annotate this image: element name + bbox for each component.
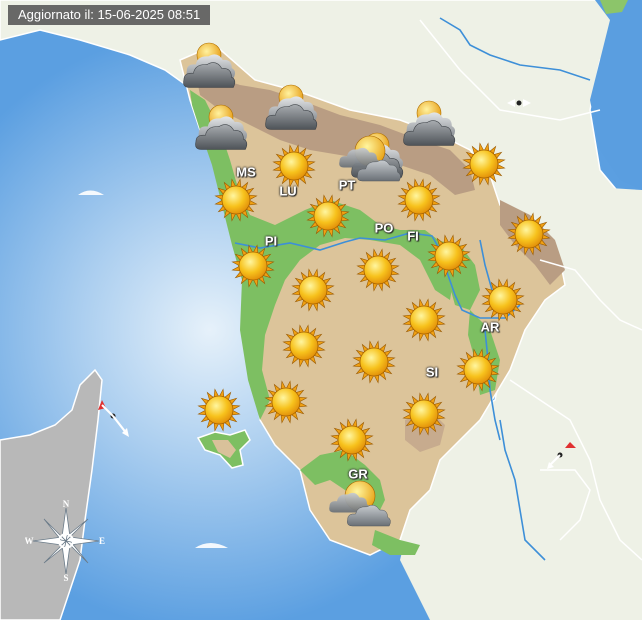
sunny-icon: [426, 233, 472, 279]
sunny-icon: [213, 177, 259, 223]
timestamp-date: 15-06-2025: [97, 7, 165, 22]
province-label-fi: FI: [407, 228, 419, 244]
sunny-icon: [329, 417, 375, 463]
sunny-icon: [271, 143, 317, 189]
sunny-icon: [396, 177, 442, 223]
partly-cloudy-icon: [338, 131, 402, 185]
compass-north: N: [63, 500, 70, 509]
compass-west: W: [25, 536, 34, 546]
sunny-icon: [230, 243, 276, 289]
wind-calm-icon: [507, 99, 531, 107]
sunny-icon: [281, 323, 327, 369]
sunny-icon: [461, 141, 507, 187]
cloudy-icon: [261, 83, 323, 133]
province-label-si: SI: [425, 364, 439, 380]
sunny-icon: [263, 379, 309, 425]
sunny-icon: [401, 391, 447, 437]
cloudy-icon: [191, 103, 253, 153]
sunny-icon: [305, 193, 351, 239]
compass-east: E: [99, 536, 105, 546]
wind-arrow-icon: [98, 400, 129, 437]
compass-south: S: [63, 573, 68, 582]
sunny-icon: [351, 339, 397, 385]
update-timestamp: Aggiornato il: 15-06-2025 08:51: [8, 5, 211, 25]
province-label-po: PO: [374, 220, 394, 236]
sunny-icon: [196, 387, 242, 433]
partly-cloudy-icon: [328, 476, 392, 530]
sunny-icon: [506, 211, 552, 257]
weather-map: Aggiornato il: 15-06-2025 08:51 MS LU PT…: [0, 0, 642, 620]
sunny-icon: [355, 247, 401, 293]
cloudy-icon: [179, 41, 241, 91]
timestamp-time: 08:51: [167, 7, 201, 22]
wind-arrow-icon: [547, 442, 576, 469]
sunny-icon: [401, 297, 447, 343]
sunny-icon: [455, 347, 501, 393]
sunny-icon: [290, 267, 336, 313]
timestamp-label: Aggiornato il:: [18, 7, 94, 22]
sunny-icon: [480, 277, 526, 323]
compass-rose-icon: N S W E: [25, 500, 105, 582]
